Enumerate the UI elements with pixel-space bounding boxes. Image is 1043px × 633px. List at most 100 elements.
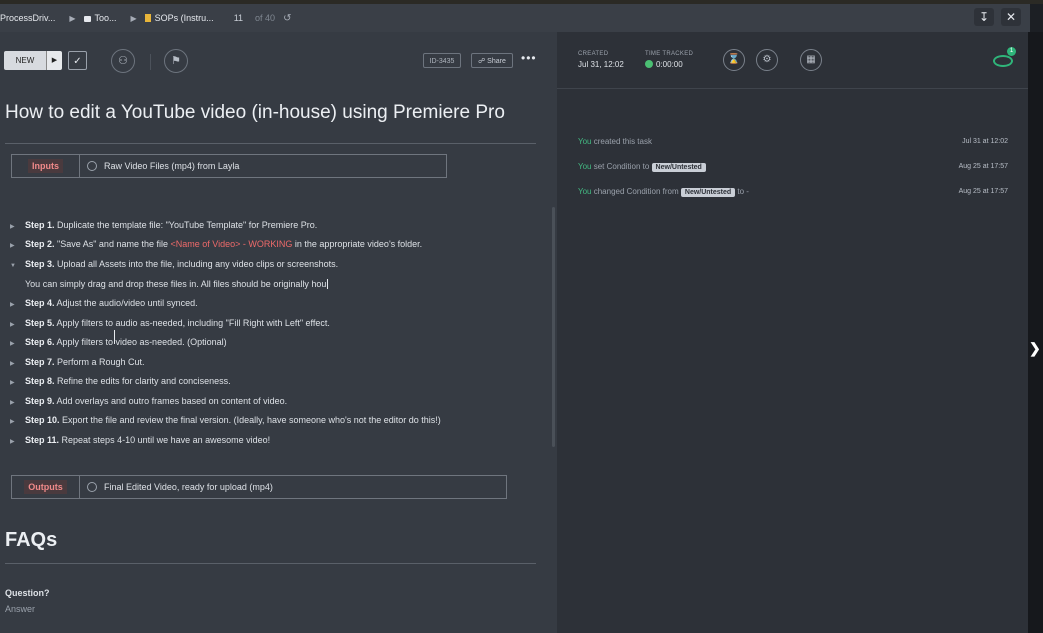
expand-icon[interactable]: ↺ [283, 13, 291, 24]
text-caret [327, 279, 329, 289]
calendar-icon: ▦ [806, 54, 816, 65]
share-icon: ☍ [478, 58, 488, 65]
breadcrumb-space-label: Too... [94, 13, 117, 23]
eye-icon[interactable] [993, 55, 1013, 67]
created-value: Jul 31, 12:02 [578, 60, 624, 69]
breadcrumb: ProcessDriv... ▶ Too... ▶ SOPs (Instru..… [0, 4, 1030, 32]
share-label: Share [487, 58, 506, 65]
list-item[interactable]: ▶ Step 1. Duplicate the template file: "Y… [10, 220, 317, 230]
list-item[interactable]: ▶ Step 9. Add overlays and outro frames b… [10, 396, 287, 406]
inputs-text: Raw Video Files (mp4) from Layla [104, 161, 240, 171]
activity-item: You set Condition to New/Untested [578, 162, 706, 172]
outputs-label: Outputs [24, 480, 67, 494]
bullet-icon: ▶ [10, 439, 15, 445]
task-detail-panel: NEW ▶ ✓ ⚇ ⚑ ID-3435 ☍ Share ••• How to e… [0, 32, 557, 633]
arrow-right-icon: ▶ [51, 57, 58, 64]
play-icon [645, 60, 653, 68]
next-task-chevron-icon[interactable]: ❯ [1029, 340, 1041, 357]
activity-date: Aug 25 at 17:57 [958, 163, 1008, 170]
task-toolbar: NEW ▶ ✓ ⚇ ⚑ ID-3435 ☍ Share ••• [0, 32, 557, 88]
lock-icon [83, 16, 91, 22]
faq-answer: Answer [5, 604, 36, 614]
list-item[interactable]: ▶ Step 10. Export the file and review the… [10, 415, 441, 425]
bullet-icon: ▶ [10, 243, 15, 249]
mouse-text-cursor [114, 330, 120, 344]
list-item[interactable]: ▼ Step 3. Upload all Assets into the file… [10, 259, 338, 269]
share-button[interactable]: ☍ Share [471, 53, 513, 68]
flag-icon: ⚑ [171, 55, 181, 67]
activity-header: CREATED Jul 31, 12:02 TIME TRACKED 0:00:… [557, 32, 1030, 89]
highlighted-filename: <Name of Video> - WORKING [170, 239, 295, 249]
condition-tag: New/Untested [651, 163, 706, 172]
activity-item: You changed Condition from New/Untested … [578, 187, 749, 197]
inputs-checkbox[interactable] [87, 161, 97, 171]
breadcrumb-workspace-label: ProcessDriv... [0, 13, 56, 23]
bullet-icon: ▶ [10, 361, 15, 367]
assign-user-button[interactable]: ⚇ [111, 49, 135, 73]
breadcrumb-workspace[interactable]: ProcessDriv... [0, 13, 55, 23]
download-icon: ↧ [978, 10, 990, 24]
status-button[interactable]: NEW [4, 51, 46, 70]
bullet-icon: ▶ [10, 341, 15, 347]
watchers-count-badge: 1 [1007, 47, 1016, 56]
activity-date: Aug 25 at 17:57 [958, 188, 1008, 195]
gear-icon: ⚙ [762, 54, 772, 65]
created-label: CREATED [578, 51, 609, 57]
outputs-label-cell: Outputs [12, 476, 80, 498]
hourglass-icon: ⌛ [727, 54, 741, 65]
list-item[interactable]: ▶ Step 11. Repeat steps 4-10 until we hav… [10, 435, 270, 445]
minimize-button[interactable]: ↧ [974, 8, 994, 26]
inputs-label-cell: Inputs [12, 155, 80, 177]
step-note[interactable]: You can simply drag and drop these files… [25, 279, 329, 289]
priority-button[interactable]: ⚑ [164, 49, 188, 73]
breadcrumb-space[interactable]: Too... [83, 13, 117, 23]
activity-date: Jul 31 at 12:02 [962, 138, 1008, 145]
list-item[interactable]: ▶ Step 2. "Save As" and name the file <Na… [10, 239, 422, 249]
toolbar-divider [150, 54, 151, 70]
add-user-icon: ⚇ [118, 55, 128, 67]
faqs-heading: FAQs [5, 529, 58, 551]
list-item[interactable]: ▶ Step 5. Apply filters to audio as-neede… [10, 318, 330, 328]
task-position: 11 [233, 13, 244, 23]
bullet-icon: ▶ [10, 380, 15, 386]
bullet-icon: ▶ [10, 302, 15, 308]
scrollbar[interactable] [552, 207, 555, 447]
folder-icon [144, 14, 151, 22]
task-title[interactable]: How to edit a YouTube video (in-house) u… [5, 102, 505, 124]
inputs-row: Inputs Raw Video Files (mp4) from Layla [11, 154, 447, 178]
faqs-divider [5, 563, 536, 564]
status-next-button[interactable]: ▶ [46, 51, 62, 70]
breadcrumb-list[interactable]: SOPs (Instru... [144, 13, 214, 23]
list-item[interactable]: ▶ Step 7. Perform a Rough Cut. [10, 357, 145, 367]
chevron-right-icon: ▶ [69, 13, 76, 23]
breadcrumb-list-label: SOPs (Instru... [154, 13, 214, 23]
activity-item: You created this task [578, 137, 652, 146]
close-button[interactable]: ✕ [1001, 8, 1021, 26]
bullet-expanded-icon: ▼ [10, 263, 16, 269]
settings-button[interactable]: ⚙ [756, 49, 778, 71]
check-icon: ✓ [73, 56, 82, 67]
chevron-right-icon: ▶ [130, 13, 137, 23]
bullet-icon: ▶ [10, 419, 15, 425]
complete-button[interactable]: ✓ [68, 51, 87, 70]
page-edge-background [1028, 32, 1043, 633]
faq-question: Question? [5, 588, 50, 598]
bullet-icon: ▶ [10, 224, 15, 230]
condition-tag: New/Untested [680, 188, 736, 197]
bullet-icon: ▶ [10, 322, 15, 328]
bullet-icon: ▶ [10, 400, 15, 406]
activity-panel: CREATED Jul 31, 12:02 TIME TRACKED 0:00:… [557, 32, 1030, 633]
time-tracked-value[interactable]: 0:00:00 [645, 60, 683, 69]
title-divider [5, 143, 536, 144]
list-item[interactable]: ▶ Step 4. Adjust the audio/video until sy… [10, 298, 198, 308]
time-tracked-label: TIME TRACKED [645, 51, 694, 57]
task-id-badge[interactable]: ID-3435 [423, 53, 461, 68]
list-item[interactable]: ▶ Step 8. Refine the edits for clarity an… [10, 376, 231, 386]
outputs-checkbox[interactable] [87, 482, 97, 492]
outputs-text: Final Edited Video, ready for upload (mp… [104, 482, 273, 492]
inputs-label: Inputs [28, 159, 63, 173]
due-date-button[interactable]: ⌛ [723, 49, 745, 71]
calendar-button[interactable]: ▦ [800, 49, 822, 71]
task-total: of 40 [255, 13, 276, 23]
more-options-icon[interactable]: ••• [521, 51, 537, 65]
